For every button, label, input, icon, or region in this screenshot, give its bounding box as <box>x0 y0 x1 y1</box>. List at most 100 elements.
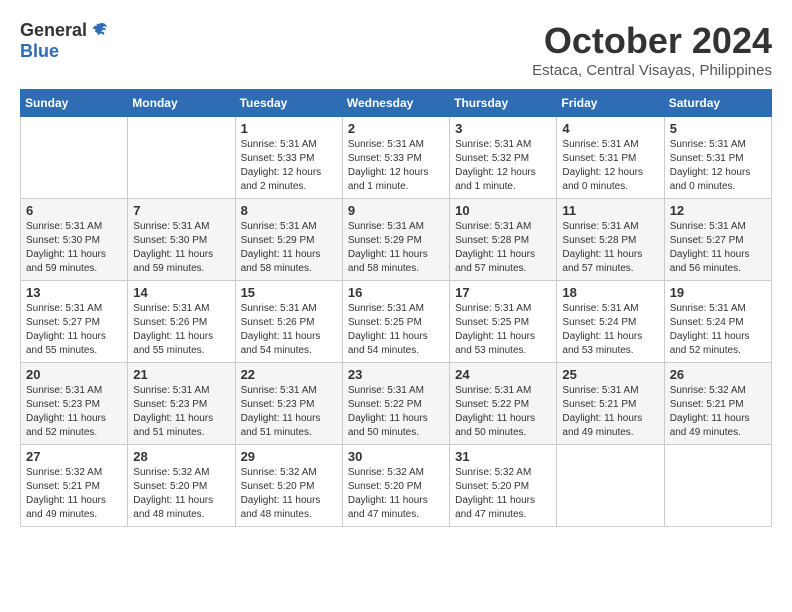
calendar-cell: 26 Sunrise: 5:32 AM Sunset: 5:21 PM Dayli… <box>664 363 771 445</box>
calendar-cell: 2Sunrise: 5:31 AM Sunset: 5:33 PM Daylig… <box>342 117 449 199</box>
page-header: General Blue October 2024 Estaca, Centra… <box>20 20 772 79</box>
day-number: 13 <box>26 285 122 300</box>
location-subtitle: Estaca, Central Visayas, Philippines <box>532 62 772 79</box>
day-info: Sunrise: 5:31 AM Sunset: 5:28 PM Dayligh… <box>562 220 658 276</box>
day-number: 14 <box>133 285 229 300</box>
day-info: Sunrise: 5:31 AM Sunset: 5:26 PM Dayligh… <box>133 302 229 358</box>
day-number: 25 <box>562 367 658 382</box>
day-number: 7 <box>133 203 229 218</box>
calendar-cell: 14 Sunrise: 5:31 AM Sunset: 5:26 PM Dayli… <box>128 281 235 363</box>
day-number: 5 <box>670 121 766 136</box>
day-number: 19 <box>670 285 766 300</box>
day-info: Sunrise: 5:32 AM Sunset: 5:20 PM Dayligh… <box>348 466 444 522</box>
day-info: Sunrise: 5:31 AM Sunset: 5:33 PM Dayligh… <box>348 138 444 194</box>
day-number: 26 <box>670 367 766 382</box>
day-of-week-header: Thursday <box>450 90 557 117</box>
calendar-cell: 11Sunrise: 5:31 AM Sunset: 5:28 PM Dayli… <box>557 199 664 281</box>
day-info: Sunrise: 5:31 AM Sunset: 5:29 PM Dayligh… <box>241 220 337 276</box>
logo: General Blue <box>20 20 109 62</box>
day-info: Sunrise: 5:31 AM Sunset: 5:30 PM Dayligh… <box>133 220 229 276</box>
calendar-cell: 5Sunrise: 5:31 AM Sunset: 5:31 PM Daylig… <box>664 117 771 199</box>
day-info: Sunrise: 5:31 AM Sunset: 5:33 PM Dayligh… <box>241 138 337 194</box>
calendar-cell: 27Sunrise: 5:32 AM Sunset: 5:21 PM Dayli… <box>21 445 128 527</box>
day-number: 17 <box>455 285 551 300</box>
day-info: Sunrise: 5:31 AM Sunset: 5:29 PM Dayligh… <box>348 220 444 276</box>
calendar-cell <box>21 117 128 199</box>
day-number: 24 <box>455 367 551 382</box>
day-number: 9 <box>348 203 444 218</box>
calendar-week-row: 1 Sunrise: 5:31 AM Sunset: 5:33 PM Daylig… <box>21 117 772 199</box>
day-info: Sunrise: 5:32 AM Sunset: 5:20 PM Dayligh… <box>455 466 551 522</box>
day-number: 30 <box>348 449 444 464</box>
calendar-cell: 21 Sunrise: 5:31 AM Sunset: 5:23 PM Dayli… <box>128 363 235 445</box>
calendar-cell: 18 Sunrise: 5:31 AM Sunset: 5:24 PM Dayli… <box>557 281 664 363</box>
day-number: 3 <box>455 121 551 136</box>
calendar-cell <box>128 117 235 199</box>
calendar-cell: 29 Sunrise: 5:32 AM Sunset: 5:20 PM Dayli… <box>235 445 342 527</box>
day-number: 1 <box>241 121 337 136</box>
day-info: Sunrise: 5:31 AM Sunset: 5:31 PM Dayligh… <box>562 138 658 194</box>
day-number: 15 <box>241 285 337 300</box>
day-number: 20 <box>26 367 122 382</box>
day-number: 29 <box>241 449 337 464</box>
day-info: Sunrise: 5:32 AM Sunset: 5:21 PM Dayligh… <box>26 466 122 522</box>
day-info: Sunrise: 5:31 AM Sunset: 5:32 PM Dayligh… <box>455 138 551 194</box>
calendar-week-row: 27Sunrise: 5:32 AM Sunset: 5:21 PM Dayli… <box>21 445 772 527</box>
calendar-cell: 24 Sunrise: 5:31 AM Sunset: 5:22 PM Dayli… <box>450 363 557 445</box>
day-number: 23 <box>348 367 444 382</box>
calendar-cell: 19 Sunrise: 5:31 AM Sunset: 5:24 PM Dayli… <box>664 281 771 363</box>
day-info: Sunrise: 5:31 AM Sunset: 5:23 PM Dayligh… <box>133 384 229 440</box>
calendar-table: SundayMondayTuesdayWednesdayThursdayFrid… <box>20 89 772 527</box>
calendar-cell: 6Sunrise: 5:31 AM Sunset: 5:30 PM Daylig… <box>21 199 128 281</box>
calendar-header-row: SundayMondayTuesdayWednesdayThursdayFrid… <box>21 90 772 117</box>
day-of-week-header: Monday <box>128 90 235 117</box>
day-info: Sunrise: 5:31 AM Sunset: 5:23 PM Dayligh… <box>26 384 122 440</box>
calendar-cell: 17Sunrise: 5:31 AM Sunset: 5:25 PM Dayli… <box>450 281 557 363</box>
calendar-cell: 13Sunrise: 5:31 AM Sunset: 5:27 PM Dayli… <box>21 281 128 363</box>
month-title: October 2024 <box>532 20 772 62</box>
calendar-cell: 1 Sunrise: 5:31 AM Sunset: 5:33 PM Daylig… <box>235 117 342 199</box>
calendar-cell: 3 Sunrise: 5:31 AM Sunset: 5:32 PM Daylig… <box>450 117 557 199</box>
title-area: October 2024 Estaca, Central Visayas, Ph… <box>532 20 772 79</box>
day-info: Sunrise: 5:31 AM Sunset: 5:22 PM Dayligh… <box>455 384 551 440</box>
day-info: Sunrise: 5:31 AM Sunset: 5:28 PM Dayligh… <box>455 220 551 276</box>
day-number: 21 <box>133 367 229 382</box>
day-of-week-header: Saturday <box>664 90 771 117</box>
day-info: Sunrise: 5:31 AM Sunset: 5:27 PM Dayligh… <box>670 220 766 276</box>
day-info: Sunrise: 5:32 AM Sunset: 5:21 PM Dayligh… <box>670 384 766 440</box>
day-info: Sunrise: 5:31 AM Sunset: 5:24 PM Dayligh… <box>670 302 766 358</box>
day-of-week-header: Wednesday <box>342 90 449 117</box>
day-number: 28 <box>133 449 229 464</box>
logo-general-text: General <box>20 20 87 41</box>
day-number: 4 <box>562 121 658 136</box>
day-info: Sunrise: 5:32 AM Sunset: 5:20 PM Dayligh… <box>133 466 229 522</box>
day-info: Sunrise: 5:31 AM Sunset: 5:22 PM Dayligh… <box>348 384 444 440</box>
day-info: Sunrise: 5:31 AM Sunset: 5:25 PM Dayligh… <box>348 302 444 358</box>
day-info: Sunrise: 5:31 AM Sunset: 5:23 PM Dayligh… <box>241 384 337 440</box>
calendar-cell: 28 Sunrise: 5:32 AM Sunset: 5:20 PM Dayli… <box>128 445 235 527</box>
calendar-cell: 30 Sunrise: 5:32 AM Sunset: 5:20 PM Dayli… <box>342 445 449 527</box>
day-info: Sunrise: 5:31 AM Sunset: 5:21 PM Dayligh… <box>562 384 658 440</box>
logo-bird-icon <box>89 21 109 41</box>
day-number: 16 <box>348 285 444 300</box>
calendar-cell: 20 Sunrise: 5:31 AM Sunset: 5:23 PM Dayli… <box>21 363 128 445</box>
day-of-week-header: Sunday <box>21 90 128 117</box>
calendar-cell: 15Sunrise: 5:31 AM Sunset: 5:26 PM Dayli… <box>235 281 342 363</box>
calendar-week-row: 13Sunrise: 5:31 AM Sunset: 5:27 PM Dayli… <box>21 281 772 363</box>
calendar-cell: 7 Sunrise: 5:31 AM Sunset: 5:30 PM Daylig… <box>128 199 235 281</box>
calendar-cell: 23 Sunrise: 5:31 AM Sunset: 5:22 PM Dayli… <box>342 363 449 445</box>
day-number: 12 <box>670 203 766 218</box>
day-info: Sunrise: 5:31 AM Sunset: 5:30 PM Dayligh… <box>26 220 122 276</box>
calendar-cell: 16 Sunrise: 5:31 AM Sunset: 5:25 PM Dayli… <box>342 281 449 363</box>
day-info: Sunrise: 5:31 AM Sunset: 5:24 PM Dayligh… <box>562 302 658 358</box>
calendar-week-row: 20 Sunrise: 5:31 AM Sunset: 5:23 PM Dayli… <box>21 363 772 445</box>
logo-blue-text: Blue <box>20 41 59 62</box>
calendar-cell: 31Sunrise: 5:32 AM Sunset: 5:20 PM Dayli… <box>450 445 557 527</box>
calendar-cell <box>664 445 771 527</box>
calendar-cell: 25 Sunrise: 5:31 AM Sunset: 5:21 PM Dayli… <box>557 363 664 445</box>
calendar-cell: 4 Sunrise: 5:31 AM Sunset: 5:31 PM Daylig… <box>557 117 664 199</box>
day-info: Sunrise: 5:32 AM Sunset: 5:20 PM Dayligh… <box>241 466 337 522</box>
day-number: 8 <box>241 203 337 218</box>
calendar-cell <box>557 445 664 527</box>
day-number: 18 <box>562 285 658 300</box>
